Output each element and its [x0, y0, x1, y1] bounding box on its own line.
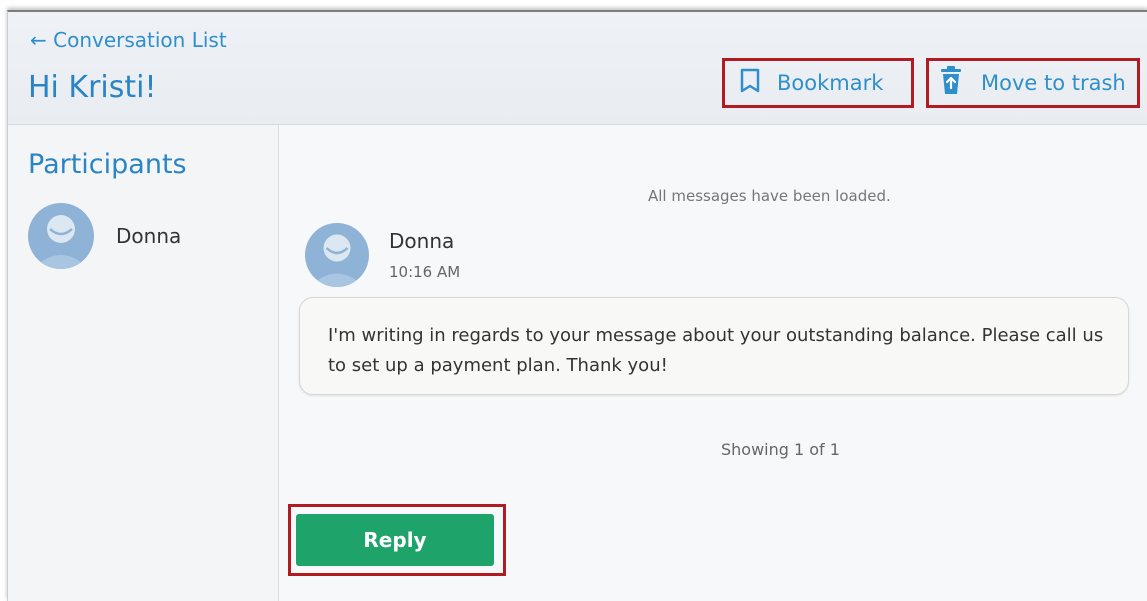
- move-to-trash-label: Move to trash: [981, 71, 1126, 95]
- bookmark-label: Bookmark: [777, 71, 884, 95]
- move-to-trash-button[interactable]: Move to trash: [926, 58, 1140, 108]
- message-count: Showing 1 of 1: [721, 440, 840, 459]
- loaded-status: All messages have been loaded.: [648, 187, 891, 205]
- bookmark-button[interactable]: Bookmark: [722, 58, 914, 108]
- avatar-icon: [305, 223, 369, 287]
- sender-info: Donna 10:16 AM: [389, 229, 460, 281]
- reply-button[interactable]: Reply: [296, 514, 494, 566]
- message-time: 10:16 AM: [389, 263, 461, 281]
- participant-item: Donna: [28, 203, 181, 269]
- conversation-window: ← Conversation List Hi Kristi! Bookmark …: [7, 10, 1147, 601]
- participant-name: Donna: [116, 224, 182, 248]
- back-link-label: ← Conversation List: [30, 28, 227, 52]
- participants-sidebar: Participants Donna: [8, 125, 279, 601]
- message-bubble: I'm writing in regards to your message a…: [299, 297, 1129, 395]
- page-title: Hi Kristi!: [28, 70, 157, 105]
- participants-title: Participants: [28, 149, 187, 180]
- conversation-list-link[interactable]: ← Conversation List: [30, 28, 227, 52]
- message-panel: All messages have been loaded. Donna 10:…: [279, 125, 1147, 601]
- bookmark-icon: [739, 68, 761, 99]
- avatar-icon: [28, 203, 94, 269]
- trash-icon: [939, 65, 963, 101]
- sender-name: Donna: [389, 229, 455, 253]
- message-header: Donna 10:16 AM: [305, 223, 460, 287]
- conversation-header: ← Conversation List Hi Kristi! Bookmark …: [8, 12, 1147, 125]
